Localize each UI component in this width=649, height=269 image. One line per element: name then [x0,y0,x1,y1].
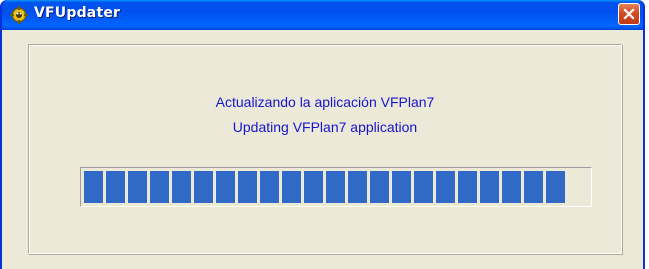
close-button[interactable] [618,3,640,25]
title-bar[interactable]: VFUpdater [2,0,643,30]
app-icon [10,6,28,24]
status-message-spanish: Actualizando la aplicación VFPlan7 [215,94,435,110]
window-title: VFUpdater [34,5,121,21]
progress-fill [84,171,565,203]
progress-track [84,171,588,203]
status-panel: Actualizando la aplicación VFPlan7 Updat… [28,44,622,254]
progress-bar [80,167,592,207]
status-message-english: Updating VFPlan7 application [232,119,418,135]
close-icon [623,8,635,20]
client-area: Actualizando la aplicación VFPlan7 Updat… [2,30,643,269]
updater-window: VFUpdater Actualizando la aplicación VFP… [0,0,645,269]
